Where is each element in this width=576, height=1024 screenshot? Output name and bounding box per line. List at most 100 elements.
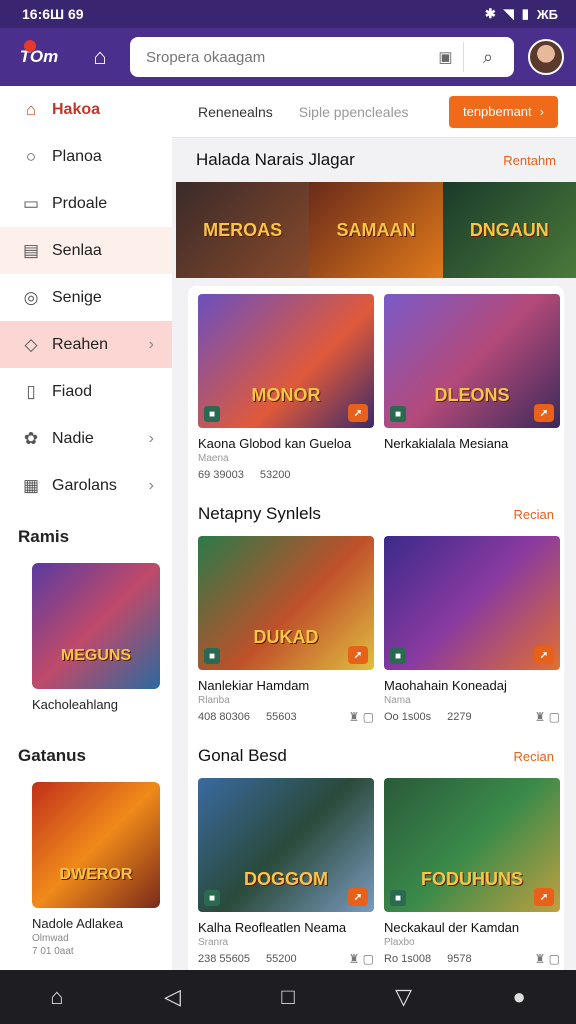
banner-item[interactable]: MEROAS: [176, 182, 310, 278]
game-title[interactable]: Kalha Reofleatlen Neama: [198, 920, 374, 935]
share-icon[interactable]: ➚: [348, 404, 368, 422]
section-link[interactable]: Recian: [514, 507, 554, 522]
recents-icon[interactable]: □: [281, 984, 294, 1010]
home-icon[interactable]: ⌂: [82, 39, 118, 75]
section-link[interactable]: Rentahm: [503, 153, 556, 168]
game-title[interactable]: Nerkakialala Mesiana: [384, 436, 560, 451]
section-header: Gonal Besd Recian: [198, 734, 554, 778]
sidebar-item[interactable]: ◇ Reahen ›: [0, 321, 172, 368]
game-meta-value: Oo 1s00s: [384, 711, 432, 723]
game-subtitle: Rlanba: [198, 695, 230, 706]
sidebar-item-label: Garolans: [52, 476, 117, 494]
card-actions-icon[interactable]: ♜ ▢: [535, 952, 560, 966]
tab-bar: Renenealns Siple ppencleales tenpbemant ›: [172, 86, 576, 138]
share-icon[interactable]: ➚: [534, 888, 554, 906]
platform-icon: ■: [204, 406, 220, 422]
game-art[interactable]: FODUHUNS ■ ➚: [384, 778, 560, 912]
game-art[interactable]: MONOR ■ ➚: [198, 294, 374, 428]
game-title[interactable]: Kaona Globod kan Gueloa: [198, 436, 374, 451]
sidebar-item-label: Senige: [52, 288, 102, 306]
platform-icon: ■: [204, 890, 220, 906]
game-subtitle: Plaxbo: [384, 937, 415, 948]
chevron-right-icon: ›: [148, 476, 154, 494]
sidebar-game-card[interactable]: DWEROR: [32, 782, 160, 908]
sidebar-item[interactable]: ▤ Senlaa: [0, 227, 172, 274]
game-art-title: DOGGOM: [244, 869, 328, 889]
store-icon: ▤: [22, 240, 40, 260]
platform-icon: ■: [390, 890, 406, 906]
share-icon[interactable]: ➚: [534, 646, 554, 664]
avatar[interactable]: [528, 39, 564, 75]
card-actions-icon[interactable]: ♜ ▢: [349, 710, 374, 724]
back-icon[interactable]: ◁: [164, 984, 181, 1010]
sidebar-item[interactable]: ▦ Garolans ›: [0, 462, 172, 509]
banner-item[interactable]: DNGAUN: [442, 182, 576, 278]
game-subtitle: [384, 453, 560, 465]
banner-item[interactable]: SAMAAN: [309, 182, 443, 278]
game-art[interactable]: DLEONS ■ ➚: [384, 294, 560, 428]
share-icon[interactable]: ➚: [348, 646, 368, 664]
section-header: Netapny Synlels Recian: [198, 492, 554, 536]
banner-text: SAMAAN: [336, 219, 416, 240]
app-logo[interactable]: TOm: [10, 37, 68, 77]
sidebar-card-caption[interactable]: Kacholeahlang: [0, 689, 172, 712]
puzzle-icon: ✿: [23, 428, 39, 448]
game-card[interactable]: DUKAD ■ ➚ Nanlekiar Hamdam Rlanba 408 80306 55…: [198, 536, 374, 724]
game-art[interactable]: ■ ➚: [384, 536, 560, 670]
sidebar-nav: ⌂ Hakoa ○ Planoa ▭ Prdoale ▤ Senlaa ◎ Senige ◇ Reah…: [0, 86, 172, 509]
game-card[interactable]: DOGGOM ■ ➚ Kalha Reofleatlen Neama Sranra 238…: [198, 778, 374, 966]
share-icon[interactable]: ➚: [348, 888, 368, 906]
game-art-title: DLEONS: [434, 385, 510, 405]
game-meta-value: 9578: [447, 953, 472, 965]
game-meta-value: 53200: [259, 469, 291, 481]
game-art[interactable]: DUKAD ■ ➚: [198, 536, 374, 670]
search-input[interactable]: [146, 48, 428, 66]
game-card[interactable]: MONOR ■ ➚ Kaona Globod kan Gueloa Maena 69 39…: [198, 294, 374, 482]
game-meta: 408 80306 55603 ♜ ▢: [198, 710, 374, 724]
game-title[interactable]: Neckakaul der Kamdan: [384, 920, 560, 935]
sidebar-item[interactable]: ✿ Nadie ›: [0, 415, 172, 462]
game-card[interactable]: ■ ➚ Maohahain Koneadaj Nama Oo 1s00s 2279 ♜ ▢: [384, 536, 560, 724]
platform-icon: ■: [390, 648, 406, 664]
clock: 16:6Ш 69: [22, 6, 84, 22]
platform-icon: ■: [204, 648, 220, 664]
section-link[interactable]: Recian: [514, 749, 554, 764]
sidebar-item[interactable]: ▭ Prdoale: [0, 180, 172, 227]
wifi-icon: ◥: [503, 6, 514, 21]
sidebar-item[interactable]: ◎ Senige: [0, 274, 172, 321]
game-meta-value: 55200: [266, 953, 297, 965]
sidebar-game-card[interactable]: MEGUNS: [32, 563, 160, 689]
card-actions-icon[interactable]: ♜ ▢: [535, 710, 560, 724]
sidebar-item[interactable]: ○ Planoa: [0, 133, 172, 180]
game-card[interactable]: DLEONS ■ ➚ Nerkakialala Mesiana: [384, 294, 560, 482]
sidebar-card-sub: Olmwad: [32, 933, 69, 944]
camera-icon[interactable]: ▣: [428, 42, 464, 72]
cta-button[interactable]: tenpbemant ›: [448, 95, 558, 128]
chevron-right-icon: ›: [539, 104, 544, 119]
sidebar-item-label: Reahen: [52, 335, 109, 353]
cta-label: tenpbemant: [462, 104, 532, 119]
game-art[interactable]: DOGGOM ■ ➚: [198, 778, 374, 912]
game-title[interactable]: Maohahain Koneadaj: [384, 678, 560, 693]
profile-icon[interactable]: ●: [512, 984, 525, 1010]
sidebar-card-caption[interactable]: Nadole Adlakea: [0, 908, 172, 931]
search-icon[interactable]: ⌕: [470, 42, 506, 72]
tab-simple[interactable]: Siple ppencleales: [299, 104, 409, 120]
sidebar-item[interactable]: ⌂ Hakoa: [0, 86, 172, 133]
tab-recommended[interactable]: Renenealns: [198, 104, 273, 120]
game-card[interactable]: FODUHUNS ■ ➚ Neckakaul der Kamdan Plaxbo Ro 1…: [384, 778, 560, 966]
game-title[interactable]: Nanlekiar Hamdam: [198, 678, 374, 693]
send-icon[interactable]: ▽: [395, 984, 412, 1010]
game-meta: Ro 1s008 9578 ♜ ▢: [384, 952, 560, 966]
sidebar-item-label: Fiaod: [52, 382, 93, 400]
bluetooth-icon: ✱: [484, 6, 496, 21]
card-actions-icon[interactable]: ♜ ▢: [349, 952, 374, 966]
game-meta-value: 69 39003: [198, 469, 244, 481]
sidebar-item[interactable]: ▯ Fiaod: [0, 368, 172, 415]
sidebar-section-title: Gatanus: [18, 746, 87, 765]
home-icon[interactable]: ⌂: [50, 984, 63, 1010]
game-art-title: FODUHUNS: [421, 869, 523, 889]
signal-icon: ▮: [521, 6, 529, 21]
banner-text: DNGAUN: [469, 219, 549, 240]
share-icon[interactable]: ➚: [534, 404, 554, 422]
